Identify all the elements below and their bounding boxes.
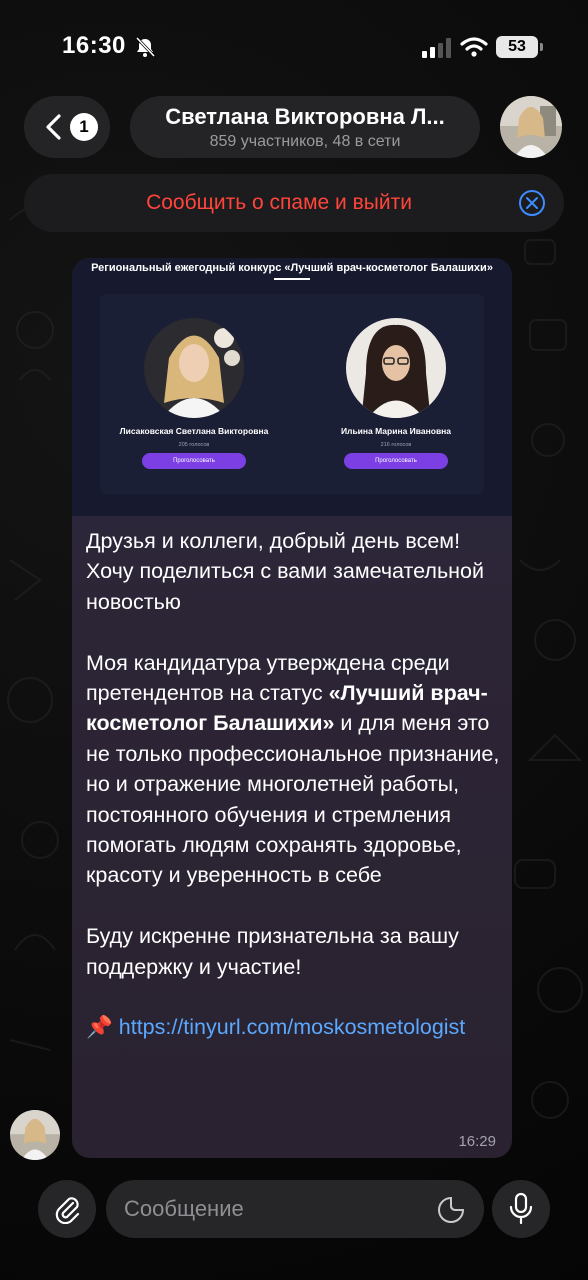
report-spam-banner[interactable]: Сообщить о спаме и выйти [24,174,564,232]
candidate-name: Ильина Марина Ивановна [340,426,452,436]
chat-title-button[interactable]: Светлана Викторовна Л... 859 участников,… [130,96,480,158]
chat-subtitle: 859 участников, 48 в сети [209,133,401,150]
candidate-votes: 205 голосов [178,442,210,448]
vote-button[interactable]: Проголосовать [142,453,246,469]
message-text-span: и для меня это не только профессионально… [86,711,500,888]
message-paragraph: Моя кандидатура утверждена среди претенд… [86,648,500,891]
message-input[interactable] [106,1180,484,1238]
candidate-votes: 216 голосов [380,442,412,448]
candidate-card: Ильина Марина Ивановна 216 голосов Прого… [316,318,476,469]
chat-avatar[interactable] [500,96,562,158]
message-paragraph: Буду искренне признательна за вашу подде… [86,924,459,979]
status-time: 16:30 [62,32,126,59]
paperclip-icon [55,1197,80,1224]
pin-emoji-icon: 📌 [86,1015,113,1040]
message-timestamp: 16:29 [458,1133,496,1150]
bell-off-icon [135,36,156,58]
cellular-signal-icon [422,38,451,58]
microphone-button[interactable] [492,1180,550,1238]
message-link[interactable]: https://tinyurl.com/moskosmetologist [119,1015,466,1039]
microphone-icon [509,1192,533,1225]
message-media-image[interactable]: Региональный ежегодный конкурс «Лучший в… [72,258,512,516]
status-bar: 16:30 53 [0,0,588,95]
battery-indicator: 53 [496,36,543,58]
wifi-icon [460,37,488,57]
contest-title: Региональный ежегодный конкурс «Лучший в… [91,262,493,274]
title-underline [274,278,310,280]
chat-title: Светлана Викторовна Л... [165,104,445,129]
unread-count-badge: 1 [70,113,98,141]
sender-avatar[interactable] [10,1110,60,1160]
contest-card: Лисаковская Светлана Викторовна 205 голо… [100,294,484,494]
message-paragraph: Друзья и коллеги, добрый день всем! Хочу… [86,529,484,614]
attach-button[interactable] [38,1180,96,1238]
vote-button[interactable]: Проголосовать [344,453,448,469]
candidate-name: Лисаковская Светлана Викторовна [119,426,269,436]
back-button[interactable]: 1 [24,96,110,158]
close-icon[interactable] [518,189,546,217]
chevron-left-icon [46,114,61,140]
candidate-photo [346,318,446,418]
message-text: Друзья и коллеги, добрый день всем! Хочу… [86,526,500,1043]
avatar-photo [500,96,562,158]
candidate-card: Лисаковская Светлана Викторовна 205 голо… [114,318,274,469]
message-bubble[interactable]: Региональный ежегодный конкурс «Лучший в… [72,258,512,1158]
candidate-photo [144,318,244,418]
sticker-icon[interactable] [436,1195,466,1225]
candidate-portrait [144,318,244,418]
report-spam-label: Сообщить о спаме и выйти [146,191,412,214]
candidate-portrait [346,318,446,418]
message-link-line: 📌 https://tinyurl.com/moskosmetologist [86,1012,500,1042]
avatar-photo [10,1110,60,1160]
